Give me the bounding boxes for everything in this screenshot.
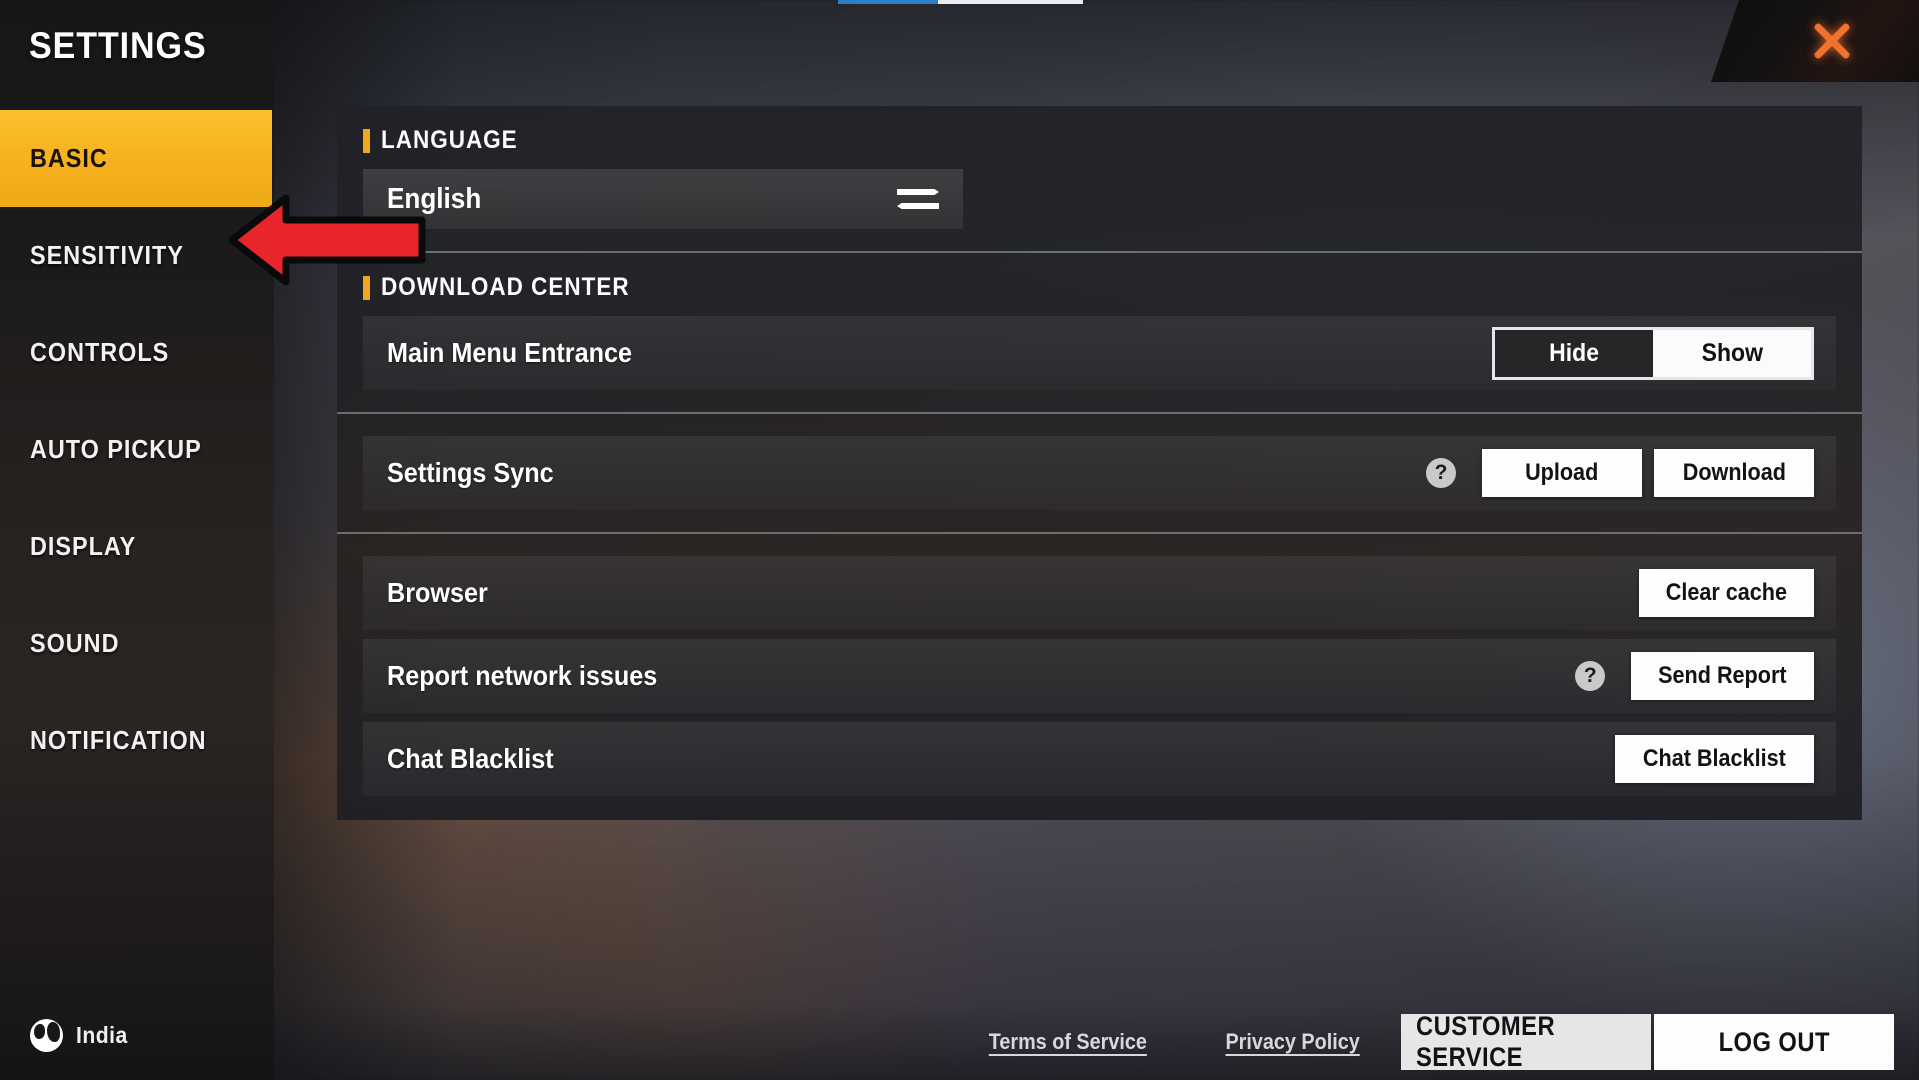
upload-button[interactable]: Upload bbox=[1482, 449, 1642, 497]
sidebar-item-label: SOUND bbox=[30, 628, 120, 658]
logout-button[interactable]: LOG OUT bbox=[1654, 1014, 1894, 1070]
section-title: LANGUAGE bbox=[381, 126, 518, 154]
download-button[interactable]: Download bbox=[1654, 449, 1814, 497]
settings-footer: Terms of Service Privacy Policy CUSTOMER… bbox=[274, 1004, 1919, 1080]
settings-sidebar: SETTINGS BASIC SENSITIVITY CONTROLS AUTO… bbox=[0, 0, 274, 1080]
toggle-option-label: Hide bbox=[1549, 338, 1599, 367]
sidebar-item-basic[interactable]: BASIC bbox=[0, 110, 272, 207]
section-language: LANGUAGE English bbox=[337, 106, 1862, 229]
settings-screen: SETTINGS BASIC SENSITIVITY CONTROLS AUTO… bbox=[0, 0, 1919, 1080]
toggle-option-hide[interactable]: Hide bbox=[1495, 329, 1653, 377]
sidebar-item-notification[interactable]: NOTIFICATION bbox=[0, 692, 274, 789]
sidebar-item-sound[interactable]: SOUND bbox=[0, 595, 274, 692]
close-x-icon bbox=[1809, 18, 1855, 64]
sidebar-item-sensitivity[interactable]: SENSITIVITY bbox=[0, 207, 274, 304]
page-title: SETTINGS bbox=[29, 25, 207, 66]
section-accent-bar bbox=[363, 128, 370, 153]
section-accent-bar bbox=[363, 275, 370, 300]
sidebar-nav: BASIC SENSITIVITY CONTROLS AUTO PICKUP D… bbox=[0, 110, 274, 789]
section-header: LANGUAGE bbox=[337, 106, 1862, 169]
sidebar-item-label: AUTO PICKUP bbox=[30, 434, 202, 464]
button-label: Upload bbox=[1525, 459, 1599, 486]
swap-arrows-icon bbox=[897, 184, 939, 214]
terms-of-service-link[interactable]: Terms of Service bbox=[989, 1029, 1147, 1055]
button-label: Download bbox=[1682, 459, 1786, 486]
close-button[interactable] bbox=[1711, 0, 1919, 82]
row-report-network-issues: Report network issues ? Send Report bbox=[363, 639, 1836, 713]
row-settings-sync: Settings Sync ? Upload Download bbox=[363, 436, 1836, 510]
globe-icon bbox=[30, 1019, 63, 1052]
section-misc: Browser Clear cache Report network issue… bbox=[337, 532, 1862, 796]
row-label: Main Menu Entrance bbox=[387, 337, 633, 368]
button-label: Chat Blacklist bbox=[1643, 745, 1787, 772]
button-label: CUSTOMER SERVICE bbox=[1416, 1011, 1556, 1072]
row-main-menu-entrance: Main Menu Entrance Hide Show bbox=[363, 316, 1836, 390]
toggle-option-label: Show bbox=[1701, 338, 1763, 367]
section-settings-sync: Settings Sync ? Upload Download bbox=[337, 412, 1862, 510]
section-title: DOWNLOAD CENTER bbox=[381, 273, 630, 301]
sidebar-item-auto-pickup[interactable]: AUTO PICKUP bbox=[0, 401, 274, 498]
toggle-option-show[interactable]: Show bbox=[1653, 329, 1811, 377]
language-value: English bbox=[387, 182, 482, 215]
sidebar-item-label: CONTROLS bbox=[30, 337, 170, 367]
sidebar-item-label: BASIC bbox=[30, 143, 108, 173]
sidebar-item-label: SENSITIVITY bbox=[30, 240, 184, 270]
row-browser: Browser Clear cache bbox=[363, 556, 1836, 630]
region-selector[interactable]: India bbox=[30, 1019, 132, 1052]
sidebar-item-label: NOTIFICATION bbox=[30, 725, 207, 755]
main-menu-entrance-toggle: Hide Show bbox=[1492, 326, 1814, 380]
row-label: Browser bbox=[387, 577, 488, 608]
question-mark-icon[interactable]: ? bbox=[1426, 458, 1456, 488]
section-download-center: DOWNLOAD CENTER Main Menu Entrance Hide … bbox=[337, 251, 1862, 390]
button-label: LOG OUT bbox=[1718, 1026, 1830, 1057]
top-progress-fill bbox=[838, 0, 938, 4]
language-select[interactable]: English bbox=[363, 169, 963, 229]
row-label: Chat Blacklist bbox=[387, 743, 554, 774]
send-report-button[interactable]: Send Report bbox=[1631, 652, 1814, 700]
region-label: India bbox=[76, 1022, 128, 1048]
question-mark-icon[interactable]: ? bbox=[1575, 661, 1606, 691]
sidebar-item-label: DISPLAY bbox=[30, 531, 137, 561]
section-header: DOWNLOAD CENTER bbox=[337, 253, 1862, 316]
button-label: Clear cache bbox=[1665, 579, 1788, 606]
button-label: Send Report bbox=[1658, 662, 1787, 689]
row-label: Report network issues bbox=[387, 660, 658, 691]
row-chat-blacklist: Chat Blacklist Chat Blacklist bbox=[363, 722, 1836, 796]
chat-blacklist-button[interactable]: Chat Blacklist bbox=[1615, 735, 1814, 783]
privacy-policy-link[interactable]: Privacy Policy bbox=[1225, 1029, 1359, 1055]
sidebar-item-display[interactable]: DISPLAY bbox=[0, 498, 274, 595]
sidebar-item-controls[interactable]: CONTROLS bbox=[0, 304, 274, 401]
clear-cache-button[interactable]: Clear cache bbox=[1639, 569, 1814, 617]
row-label: Settings Sync bbox=[387, 457, 554, 488]
settings-content-panel: LANGUAGE English DOWNLOAD CENTER Main Me… bbox=[337, 106, 1862, 820]
customer-service-button[interactable]: CUSTOMER SERVICE bbox=[1401, 1011, 1651, 1072]
